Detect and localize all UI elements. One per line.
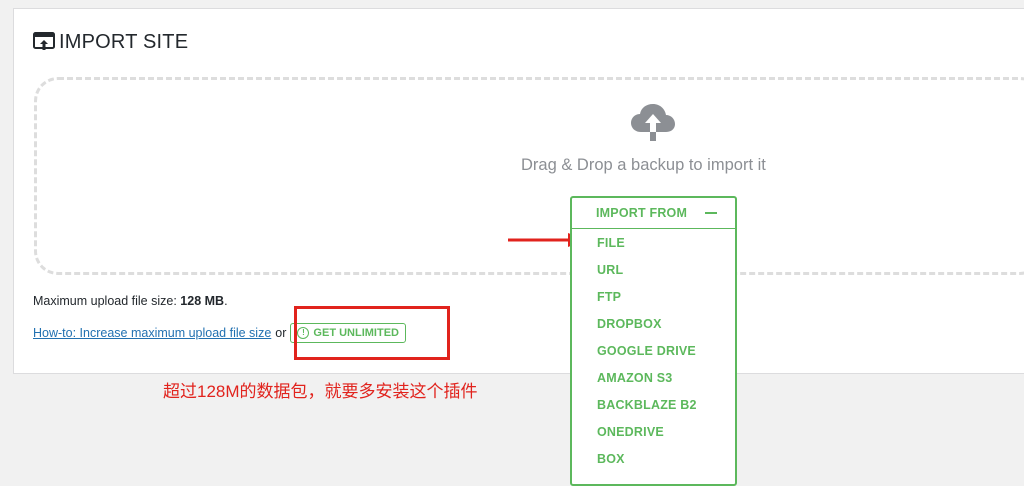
- menu-item-backblaze-b2[interactable]: BACKBLAZE B2: [572, 391, 735, 418]
- import-from-toggle[interactable]: IMPORT FROM: [572, 198, 735, 229]
- max-upload-size-label: Maximum upload file size:: [33, 294, 177, 308]
- menu-item-ftp[interactable]: FTP: [572, 283, 735, 310]
- max-upload-size-value: 128 MB: [180, 294, 225, 308]
- menu-item-google-drive[interactable]: GOOGLE DRIVE: [572, 337, 735, 364]
- howto-link[interactable]: How-to: Increase maximum upload file siz…: [33, 326, 271, 340]
- menu-item-file[interactable]: FILE: [572, 229, 735, 256]
- menu-item-box[interactable]: BOX: [572, 445, 735, 472]
- menu-item-url[interactable]: URL: [572, 256, 735, 283]
- max-upload-size: Maximum upload file size: 128 MB.: [33, 294, 228, 308]
- page-title-text: IMPORT SITE: [59, 30, 189, 53]
- import-from-menu[interactable]: IMPORT FROM FILE URL FTP DROPBOX GOOGLE …: [570, 196, 737, 486]
- import-site-icon: [33, 32, 55, 52]
- menu-item-onedrive[interactable]: ONEDRIVE: [572, 418, 735, 445]
- menu-item-amazon-s3[interactable]: AMAZON S3: [572, 364, 735, 391]
- max-upload-size-suffix: .: [224, 294, 228, 308]
- import-from-label: IMPORT FROM: [596, 206, 688, 220]
- menu-item-dropbox[interactable]: DROPBOX: [572, 310, 735, 337]
- cloud-upload-icon: [630, 102, 676, 147]
- drop-zone-text: Drag & Drop a backup to import it: [521, 156, 766, 174]
- annotation-highlight-box: [294, 306, 450, 360]
- page-title: IMPORT SITE: [33, 29, 188, 55]
- annotation-text: 超过128M的数据包，就要多安装这个插件: [163, 382, 478, 401]
- collapse-icon: [705, 212, 717, 214]
- or-text: or: [275, 326, 287, 340]
